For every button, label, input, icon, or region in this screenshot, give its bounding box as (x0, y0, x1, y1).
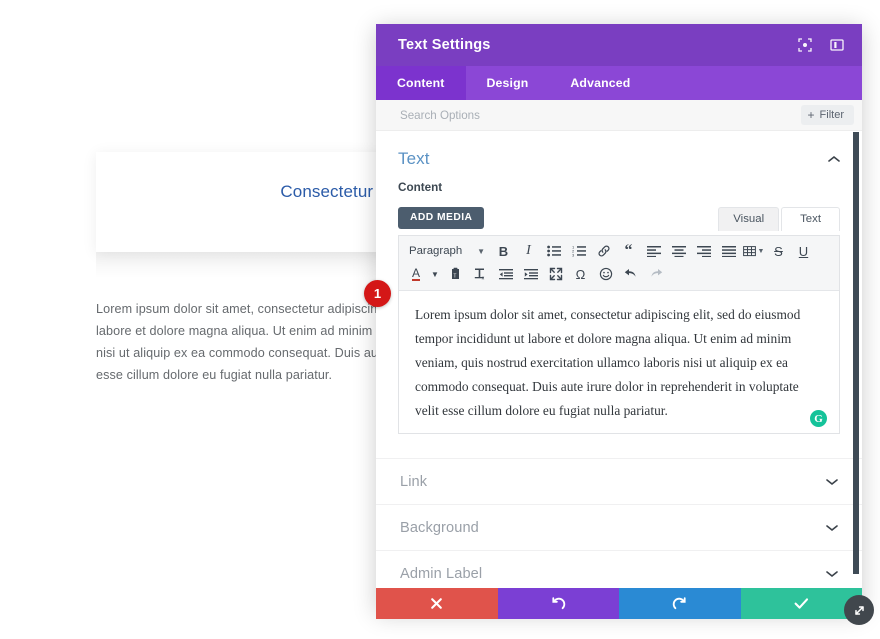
bullet-list-icon[interactable] (541, 240, 566, 262)
content-field-label: Content (398, 181, 443, 194)
filter-button-label: Filter (819, 109, 844, 121)
emoji-icon[interactable] (593, 263, 618, 285)
focus-mode-icon[interactable] (796, 36, 814, 54)
special-character-icon[interactable]: Ω (568, 263, 593, 285)
chevron-down-icon[interactable] (825, 521, 838, 534)
section-text: Text Content ADD MEDIA Visual Text Parag… (376, 131, 862, 434)
numbered-list-icon[interactable]: 1 2 3 (566, 240, 591, 262)
align-left-icon[interactable] (641, 240, 666, 262)
add-media-button[interactable]: ADD MEDIA (398, 206, 485, 229)
filter-button[interactable]: + Filter (800, 105, 854, 125)
wysiwyg-editor: Paragraph ▼ B I 1 2 3 “ ▼ S U A ▼ T Ω Lo… (398, 235, 840, 434)
redo-icon[interactable] (643, 263, 668, 285)
align-center-icon[interactable] (666, 240, 691, 262)
paste-as-text-icon[interactable]: T (443, 263, 468, 285)
paragraph-format-label: Paragraph (409, 245, 463, 257)
titlebar-icon-group (796, 36, 846, 54)
chevron-down-icon: ▼ (477, 246, 485, 256)
step-badge: 1 (364, 280, 391, 307)
chevron-down-icon[interactable] (825, 475, 838, 488)
outdent-icon[interactable] (493, 263, 518, 285)
search-input[interactable] (398, 107, 801, 123)
section-link[interactable]: Link (376, 458, 862, 504)
svg-text:T: T (453, 273, 456, 279)
modal-scroll-area: Text Content ADD MEDIA Visual Text Parag… (376, 131, 862, 612)
plus-icon: + (807, 108, 815, 122)
tab-visual[interactable]: Visual (718, 207, 780, 231)
tab-content[interactable]: Content (376, 66, 466, 100)
fullscreen-icon[interactable] (543, 263, 568, 285)
paragraph-format-select[interactable]: Paragraph ▼ (405, 245, 491, 257)
text-settings-modal: Text Settings Content Design Advanced Se… (364, 24, 874, 625)
resize-handle[interactable] (844, 595, 874, 625)
link-icon[interactable] (591, 240, 616, 262)
blockquote-icon[interactable]: “ (616, 240, 641, 262)
clear-formatting-icon[interactable]: x (468, 263, 493, 285)
editor-content-area[interactable]: Lorem ipsum dolor sit amet, consectetur … (399, 291, 839, 433)
redo-button[interactable] (619, 588, 741, 619)
editor-toolbar-row-2: A ▼ T Ω (405, 263, 833, 285)
modal-title: Text Settings (398, 37, 491, 53)
cancel-button[interactable] (376, 588, 498, 619)
bold-icon[interactable]: B (491, 240, 516, 262)
modal-tabs: Content Design Advanced (376, 66, 862, 100)
section-background-label: Background (400, 519, 479, 536)
panel-layout-icon[interactable] (828, 36, 846, 54)
section-background[interactable]: Background (376, 504, 862, 550)
tab-text[interactable]: Text (781, 207, 840, 231)
chevron-down-icon[interactable] (825, 567, 838, 580)
section-text-header[interactable]: Text (398, 131, 840, 181)
strikethrough-icon[interactable]: S (766, 240, 791, 262)
editor-toolbar-row-1: Paragraph ▼ B I 1 2 3 “ ▼ S U (405, 240, 833, 262)
table-icon[interactable]: ▼ (741, 240, 766, 262)
section-link-label: Link (400, 473, 428, 490)
svg-text:3: 3 (572, 253, 575, 257)
modal-action-bar (376, 588, 862, 619)
editor-mode-tabs: Visual Text (718, 207, 840, 231)
section-admin-label-label: Admin Label (400, 565, 483, 582)
indent-icon[interactable] (518, 263, 543, 285)
text-color-icon[interactable]: A (405, 263, 427, 285)
italic-icon[interactable]: I (516, 240, 541, 262)
search-options-row: + Filter (376, 100, 862, 131)
add-media-row: ADD MEDIA Visual Text (398, 203, 840, 231)
chevron-up-icon[interactable] (827, 153, 840, 166)
tab-design[interactable]: Design (466, 66, 550, 100)
chevron-down-icon[interactable]: ▼ (427, 263, 443, 285)
undo-icon[interactable] (618, 263, 643, 285)
align-right-icon[interactable] (691, 240, 716, 262)
grammarly-icon[interactable]: G (810, 410, 827, 427)
section-text-title: Text (398, 149, 430, 168)
chevron-down-icon: ▼ (757, 247, 765, 255)
underline-icon[interactable]: U (791, 240, 816, 262)
align-justify-icon[interactable] (716, 240, 741, 262)
modal-titlebar: Text Settings (376, 24, 862, 66)
editor-paragraph: Lorem ipsum dolor sit amet, consectetur … (415, 307, 801, 418)
undo-button[interactable] (497, 588, 619, 619)
editor-toolbar: Paragraph ▼ B I 1 2 3 “ ▼ S U A ▼ T Ω (399, 236, 839, 291)
tab-advanced[interactable]: Advanced (549, 66, 651, 100)
modal-scrollbar[interactable] (853, 132, 859, 574)
